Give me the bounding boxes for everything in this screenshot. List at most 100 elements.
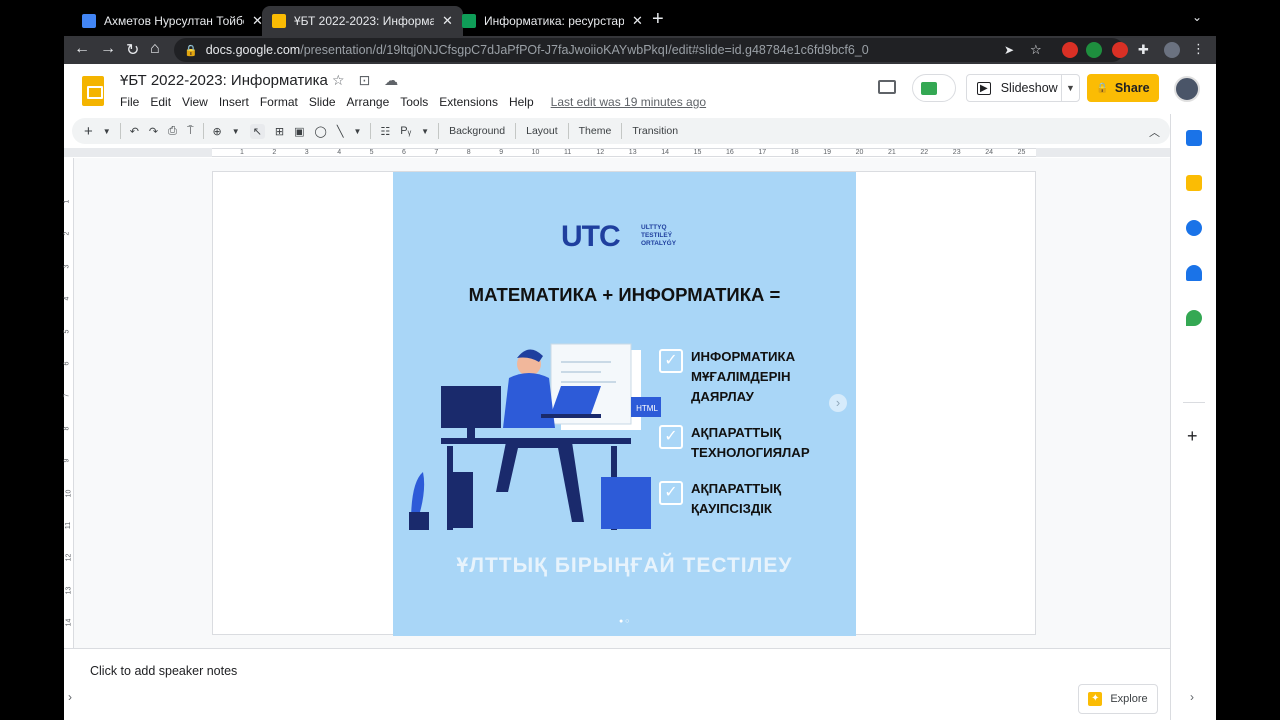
calendar-icon[interactable] xyxy=(1186,130,1202,146)
home-icon[interactable]: ⌂ xyxy=(150,40,160,58)
browser-tab-1[interactable]: Ахметов Нурсултан Тойбеков ✕ xyxy=(72,6,273,36)
carousel-next-icon[interactable]: › xyxy=(829,394,847,412)
meet-button[interactable] xyxy=(912,74,956,102)
menu-help[interactable]: Help xyxy=(509,95,534,109)
play-icon: ▶ xyxy=(977,81,991,95)
collapse-toolbar-icon[interactable]: ︿ xyxy=(1149,124,1160,140)
tab-search-chevron-icon[interactable]: ⌄ xyxy=(1192,10,1202,24)
maps-icon[interactable] xyxy=(1186,310,1202,326)
comments-icon[interactable] xyxy=(878,80,896,94)
bookmark-star-icon[interactable]: ☆ xyxy=(1030,42,1042,58)
new-slide-dropdown-icon[interactable]: ▼ xyxy=(103,127,111,136)
menu-arrange[interactable]: Arrange xyxy=(347,95,390,109)
comment-add-icon[interactable]: ☷ xyxy=(380,125,390,138)
send-icon[interactable]: ➤ xyxy=(1004,43,1014,57)
menu-format[interactable]: Format xyxy=(260,95,298,109)
vertical-ruler: 1 2 3 4 5 6 7 8 9 10 11 12 13 14 xyxy=(63,158,74,648)
ruler-tick: 5 xyxy=(63,329,71,334)
ruler-tick: 24 xyxy=(985,149,993,156)
tasks-icon[interactable] xyxy=(1186,220,1202,236)
bullet-item: ✓ АҚПАРАТТЫҚ ТЕХНОЛОГИЯЛАР xyxy=(659,423,810,463)
forward-arrow-icon[interactable]: → xyxy=(100,40,116,58)
menu-insert[interactable]: Insert xyxy=(219,95,249,109)
text-box-icon[interactable]: ⊞ xyxy=(275,125,284,138)
browser-menu-icon[interactable]: ⋮ xyxy=(1192,41,1205,57)
extensions-puzzle-icon[interactable]: ✚ xyxy=(1138,42,1149,58)
menu-file[interactable]: File xyxy=(120,95,139,109)
undo-icon[interactable]: ↶ xyxy=(130,125,139,138)
zoom-dropdown-icon[interactable]: ▼ xyxy=(232,127,240,136)
expand-filmstrip-icon[interactable]: › xyxy=(68,690,72,704)
menu-extensions[interactable]: Extensions xyxy=(439,95,498,109)
ruler-tick: 23 xyxy=(952,149,961,156)
input-tools-dropdown-icon[interactable]: ▼ xyxy=(421,127,429,136)
explore-label: Explore xyxy=(1110,693,1148,705)
image-icon[interactable]: ▣ xyxy=(294,125,304,138)
extension-icon[interactable] xyxy=(1086,42,1102,58)
menu-slide[interactable]: Slide xyxy=(309,95,336,109)
ruler-tick: 2 xyxy=(63,231,71,236)
ruler-tick: 9 xyxy=(63,458,71,463)
reload-icon[interactable]: ↻ xyxy=(126,40,139,60)
last-edit-link[interactable]: Last edit was 19 minutes ago xyxy=(551,95,706,109)
slides-logo-icon[interactable] xyxy=(82,76,104,106)
slideshow-dropdown-icon[interactable]: ▼ xyxy=(1061,75,1079,101)
transition-button[interactable]: Transition xyxy=(632,125,678,137)
bullet-line: АҚПАРАТТЫҚ xyxy=(691,481,782,496)
extension-icon[interactable] xyxy=(1062,42,1078,58)
paint-format-icon[interactable]: ⍑ xyxy=(187,125,194,138)
ruler-tick: 3 xyxy=(63,264,71,269)
shape-icon[interactable]: ◯ xyxy=(315,125,327,138)
cloud-saved-icon[interactable]: ☁ xyxy=(384,72,398,88)
ruler-tick: 6 xyxy=(402,149,406,156)
menu-view[interactable]: View xyxy=(182,95,208,109)
horizontal-ruler: 1 2 3 4 5 6 7 8 9 10 11 12 13 14 15 16 17 18 19 20 21 22 23 24 2… xyxy=(212,148,1036,157)
profile-avatar[interactable] xyxy=(1164,42,1180,58)
extension-icon[interactable] xyxy=(1112,42,1128,58)
contacts-icon[interactable] xyxy=(1186,265,1202,281)
hide-side-panel-icon[interactable]: › xyxy=(1190,690,1194,704)
back-arrow-icon[interactable]: ← xyxy=(74,40,90,58)
slides-app: ҰБТ 2022-2023: Информатика ☆ ⊡ ☁ File Ed… xyxy=(63,64,1216,720)
speaker-notes[interactable]: Click to add speaker notes xyxy=(90,664,237,678)
ruler-tick: 11 xyxy=(564,149,572,156)
ruler-tick: 7 xyxy=(63,393,71,398)
account-avatar[interactable] xyxy=(1174,76,1200,102)
background-button[interactable]: Background xyxy=(449,125,505,137)
ruler-tick: 5 xyxy=(369,149,374,156)
keep-icon[interactable] xyxy=(1186,175,1202,191)
browser-tab-2[interactable]: ҰБТ 2022-2023: Информатик ✕ xyxy=(262,6,463,36)
menu-tools[interactable]: Tools xyxy=(400,95,428,109)
new-slide-icon[interactable]: + xyxy=(84,123,93,140)
html-badge-text: HTML xyxy=(636,404,658,413)
address-bar[interactable]: 🔒 docs.google.com /presentation/d/19ltqj… xyxy=(174,38,1124,62)
slideshow-button[interactable]: ▶ Slideshow ▼ xyxy=(966,74,1080,102)
meet-camera-icon xyxy=(921,82,937,95)
menu-edit[interactable]: Edit xyxy=(150,95,171,109)
input-tools-icon[interactable]: Pᵧ xyxy=(400,125,411,137)
print-icon[interactable]: ⎙ xyxy=(168,125,177,138)
layout-button[interactable]: Layout xyxy=(526,125,558,137)
explore-button[interactable]: ✦ Explore xyxy=(1078,684,1158,714)
star-icon[interactable]: ☆ xyxy=(332,72,345,88)
share-button[interactable]: 🔒 Share xyxy=(1087,74,1159,102)
tab-title: ҰБТ 2022-2023: Информатик xyxy=(294,14,434,28)
slides-favicon-icon xyxy=(272,14,286,28)
toolbar-divider xyxy=(515,123,517,139)
document-title[interactable]: ҰБТ 2022-2023: Информатика xyxy=(120,72,328,89)
redo-icon[interactable]: ↷ xyxy=(149,125,158,138)
close-tab-icon[interactable]: ✕ xyxy=(632,13,643,29)
line-icon[interactable]: ╲ xyxy=(337,125,344,138)
new-tab-button[interactable]: + xyxy=(652,8,664,31)
theme-button[interactable]: Theme xyxy=(579,125,612,137)
get-addons-icon[interactable]: + xyxy=(1187,426,1198,447)
ruler-tick: 9 xyxy=(499,149,504,156)
slide[interactable]: UTC ULTTYQ TESTILEÝ ORTALYǴY МАТЕМАТИКА … xyxy=(212,171,1036,636)
zoom-icon[interactable]: ⊕ xyxy=(213,125,222,138)
line-dropdown-icon[interactable]: ▼ xyxy=(353,127,361,136)
move-folder-icon[interactable]: ⊡ xyxy=(358,72,370,88)
browser-tab-3[interactable]: Информатика: ресурстар - G ✕ xyxy=(452,6,653,36)
select-cursor-icon[interactable]: ↖ xyxy=(249,123,265,139)
notes-divider[interactable] xyxy=(64,648,1170,656)
slide-image[interactable]: UTC ULTTYQ TESTILEÝ ORTALYǴY МАТЕМАТИКА … xyxy=(393,172,856,636)
